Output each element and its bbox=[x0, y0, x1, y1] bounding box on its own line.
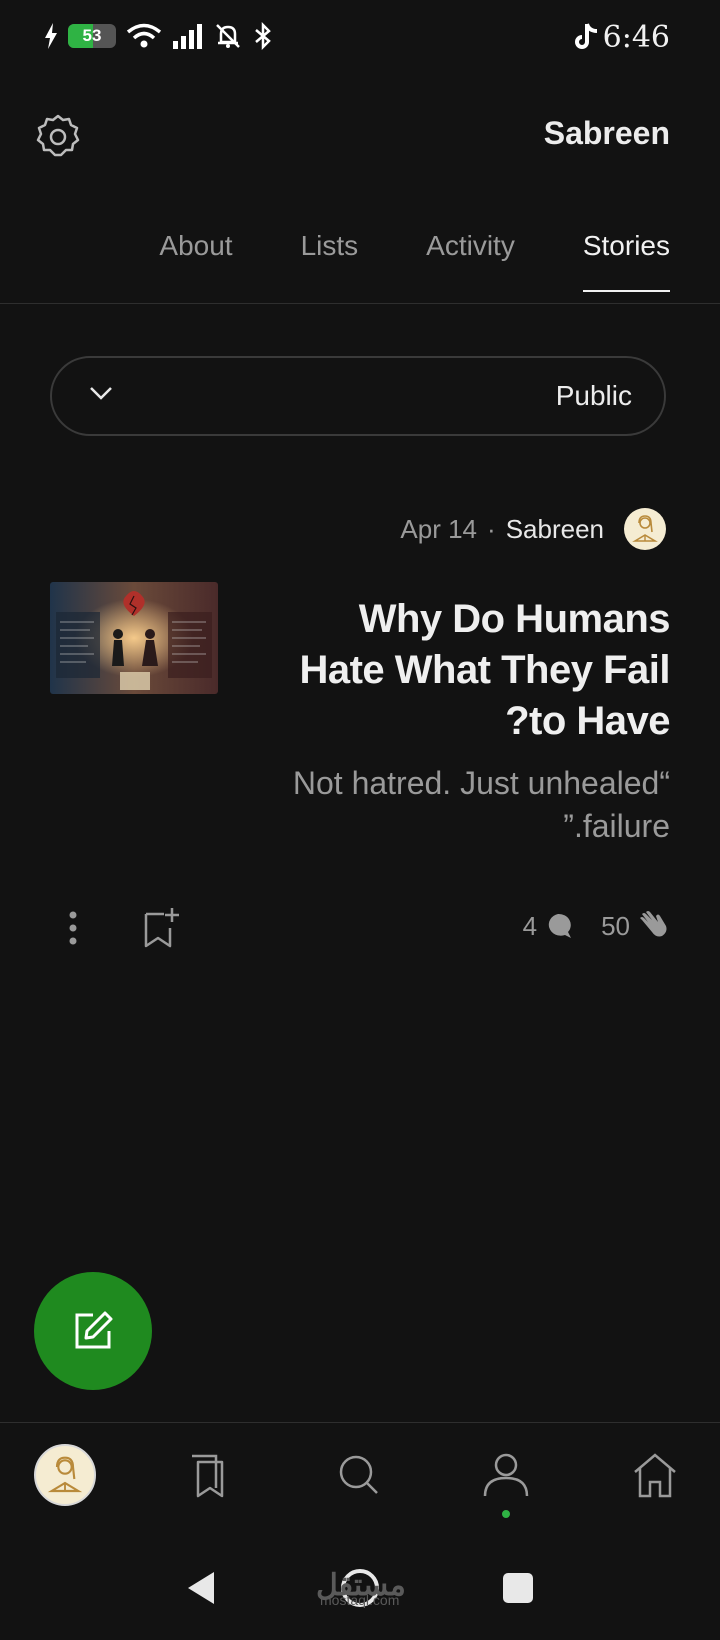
recents-square-icon[interactable] bbox=[502, 1572, 534, 1604]
author-avatar[interactable] bbox=[624, 508, 666, 550]
write-story-button[interactable] bbox=[34, 1272, 152, 1390]
tiktok-icon bbox=[574, 22, 600, 52]
tab-about[interactable]: About bbox=[159, 230, 232, 292]
story-title[interactable]: Why Do Humans Hate What They Fail ?to Ha… bbox=[270, 594, 670, 747]
edit-pencil-icon bbox=[75, 1311, 113, 1349]
avatar bbox=[34, 1444, 96, 1506]
meta-separator: · bbox=[487, 513, 496, 544]
story-date: Apr 14 bbox=[400, 513, 478, 544]
visibility-filter-dropdown[interactable]: Public bbox=[50, 356, 666, 436]
tab-lists[interactable]: Lists bbox=[301, 230, 359, 292]
tab-stories[interactable]: Stories bbox=[582, 230, 671, 292]
more-options-icon[interactable] bbox=[66, 910, 80, 946]
nav-profile[interactable] bbox=[466, 1440, 546, 1518]
story-actions bbox=[66, 906, 182, 950]
status-icons: 53 bbox=[44, 22, 274, 50]
bookmark-add-icon[interactable] bbox=[142, 906, 182, 950]
clap-icon bbox=[640, 911, 667, 937]
bottom-navigation bbox=[0, 1440, 720, 1520]
watermark-url: mostaql.com bbox=[320, 1592, 400, 1608]
active-indicator-dot bbox=[502, 1510, 510, 1518]
status-time: 6:46 bbox=[602, 20, 670, 55]
nav-home[interactable] bbox=[615, 1440, 695, 1510]
tab-activity[interactable]: Activity bbox=[426, 230, 515, 292]
story-thumbnail[interactable] bbox=[50, 582, 218, 694]
comment-bubble-icon bbox=[548, 913, 572, 938]
nav-search[interactable] bbox=[319, 1440, 399, 1510]
person-icon bbox=[483, 1453, 529, 1497]
chevron-down-icon bbox=[88, 385, 114, 401]
claps-count: 50 bbox=[601, 910, 630, 941]
profile-tabs: About Lists Activity Stories bbox=[91, 230, 671, 292]
claps-stat[interactable]: 50 bbox=[601, 910, 670, 942]
bookmarks-icon bbox=[192, 1454, 224, 1498]
story-stats: 4 50 bbox=[523, 910, 670, 942]
filter-selected-value: Public bbox=[555, 380, 632, 411]
signal-icon bbox=[172, 23, 204, 49]
nav-bookmarks[interactable] bbox=[168, 1440, 248, 1510]
story-meta: Apr 14 · Sabreen bbox=[400, 508, 666, 550]
profile-name: Sabreen bbox=[543, 115, 670, 151]
battery-percent: 53 bbox=[82, 26, 102, 45]
reader-avatar-icon bbox=[47, 1456, 83, 1493]
back-triangle-icon[interactable] bbox=[186, 1570, 216, 1606]
nav-profile-avatar[interactable] bbox=[25, 1440, 105, 1510]
charging-icon bbox=[44, 23, 58, 49]
bluetooth-icon bbox=[252, 22, 274, 50]
status-bar: 53 6:46 bbox=[0, 0, 720, 80]
bell-muted-icon bbox=[214, 22, 242, 50]
comments-stat[interactable]: 4 bbox=[523, 911, 573, 942]
settings-gear-icon[interactable] bbox=[34, 112, 82, 160]
reader-avatar-icon bbox=[632, 515, 658, 542]
story-subtitle[interactable]: Not hatred. Just unhealed“ ”.failure bbox=[250, 762, 670, 848]
tabs-divider bbox=[0, 303, 720, 304]
story-author[interactable]: Sabreen bbox=[506, 514, 604, 545]
wifi-icon bbox=[126, 23, 162, 49]
battery-indicator: 53 bbox=[68, 24, 116, 48]
bottom-nav-divider bbox=[0, 1422, 720, 1423]
home-icon bbox=[634, 1453, 676, 1498]
comments-count: 4 bbox=[522, 910, 538, 941]
search-icon bbox=[339, 1455, 378, 1494]
